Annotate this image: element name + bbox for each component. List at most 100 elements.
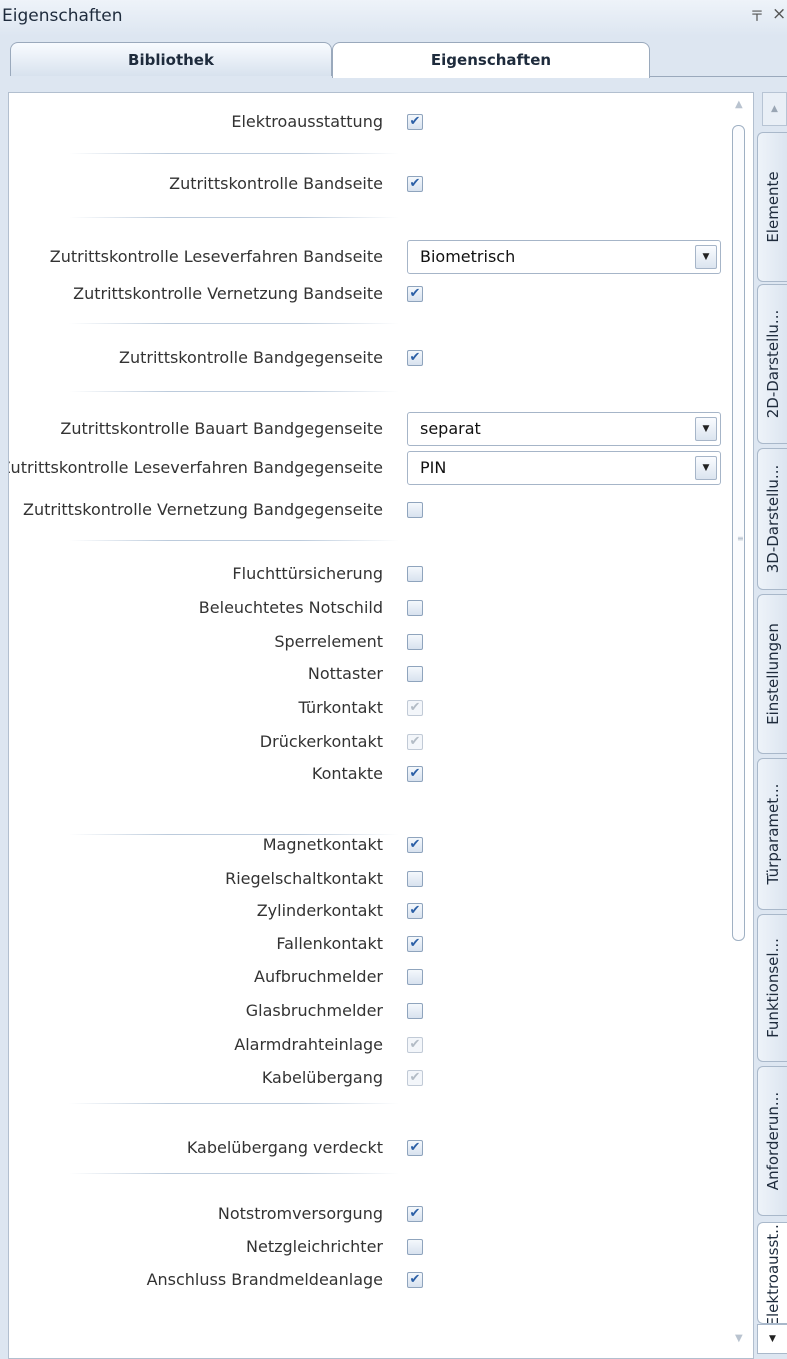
property-checkbox[interactable] — [407, 666, 423, 682]
property-checkbox[interactable]: ✔ — [407, 766, 423, 782]
pin-icon[interactable]: 〒 — [750, 6, 764, 26]
property-checkbox[interactable]: ✔ — [407, 114, 423, 130]
tabstrip-divider — [650, 76, 787, 77]
property-label: Fluchttürsicherung — [232, 564, 383, 583]
property-checkbox[interactable] — [407, 1239, 423, 1255]
property-row: Fluchttürsicherung — [9, 559, 729, 589]
panel-title: Eigenschaften — [2, 6, 123, 26]
property-label: Glasbruchmelder — [245, 1001, 383, 1020]
property-row: Fallenkontakt ✔ — [9, 929, 729, 959]
property-row: Zutrittskontrolle Leseverfahren Bandgege… — [9, 451, 729, 485]
close-icon[interactable]: × — [772, 4, 786, 24]
property-checkbox-disabled: ✔ — [407, 700, 423, 716]
side-tab[interactable]: Elektroausst... — [757, 1222, 787, 1324]
property-row: Drückerkontakt ✔ — [9, 727, 729, 757]
property-row: Zutrittskontrolle Vernetzung Bandseite ✔ — [9, 279, 729, 309]
property-checkbox[interactable]: ✔ — [407, 176, 423, 192]
property-label: Beleuchtetes Notschild — [198, 598, 383, 617]
checkmark-icon: ✔ — [409, 176, 421, 191]
side-tab-label: Einstellungen — [763, 623, 782, 725]
side-tab-label: 2D-Darstellu... — [763, 309, 782, 419]
property-dropdown[interactable]: Biometrisch ▼ — [407, 240, 721, 274]
property-row: Notstromversorgung ✔ — [9, 1199, 729, 1229]
property-checkbox[interactable]: ✔ — [407, 1140, 423, 1156]
checkmark-icon: ✔ — [409, 766, 421, 781]
side-tabs-scroll-down-icon[interactable]: ▼ — [757, 1324, 787, 1354]
property-checkbox[interactable]: ✔ — [407, 350, 423, 366]
checkmark-icon: ✔ — [409, 1272, 421, 1287]
property-checkbox[interactable] — [407, 1003, 423, 1019]
property-checkbox[interactable] — [407, 566, 423, 582]
property-label: Zutrittskontrolle Vernetzung Bandgegense… — [23, 500, 383, 519]
vertical-scrollbar[interactable]: ▲ ≡ ▼ — [729, 93, 753, 1358]
property-checkbox[interactable] — [407, 634, 423, 650]
property-checkbox[interactable]: ✔ — [407, 936, 423, 952]
checkmark-icon: ✔ — [409, 350, 421, 365]
grip-icon: ≡ — [737, 534, 744, 543]
checkmark-icon: ✔ — [409, 1140, 421, 1155]
property-checkbox[interactable] — [407, 871, 423, 887]
scrollbar-thumb[interactable]: ≡ — [732, 125, 745, 941]
property-checkbox-disabled: ✔ — [407, 1037, 423, 1053]
dropdown-arrow-icon[interactable]: ▼ — [695, 417, 717, 441]
property-label: Zutrittskontrolle Leseverfahren Bandgege… — [8, 458, 383, 477]
property-label: Kabelübergang verdeckt — [186, 1138, 383, 1157]
property-checkbox[interactable] — [407, 502, 423, 518]
property-label: Magnetkontakt — [262, 835, 383, 854]
tab-bibliothek[interactable]: Bibliothek — [10, 42, 332, 76]
property-row: Zutrittskontrolle Bandseite ✔ — [9, 169, 729, 199]
property-row: Zylinderkontakt ✔ — [9, 896, 729, 926]
property-label: Elektroausstattung — [231, 112, 383, 131]
side-tab[interactable]: Elemente — [757, 132, 787, 282]
side-tab[interactable]: Einstellungen — [757, 594, 787, 754]
scroll-down-arrow-icon[interactable]: ▼ — [735, 1333, 743, 1344]
group-separator — [69, 1103, 399, 1104]
group-separator — [69, 1173, 399, 1174]
property-row: Türkontakt ✔ — [9, 693, 729, 723]
side-tab-label: Elektroausst... — [763, 1222, 782, 1324]
property-checkbox[interactable]: ✔ — [407, 837, 423, 853]
property-label: Riegelschaltkontakt — [225, 869, 383, 888]
property-row: Nottaster — [9, 659, 729, 689]
group-separator — [69, 540, 399, 541]
property-checkbox[interactable]: ✔ — [407, 903, 423, 919]
side-tab-label: Funktionsel... — [763, 938, 782, 1038]
side-tabs-scroll-up-icon[interactable]: ▲ — [762, 92, 787, 126]
panel-titlebar: Eigenschaften 〒 × — [0, 0, 787, 36]
side-tab[interactable]: Türparamet... — [757, 758, 787, 910]
side-tab[interactable]: Funktionsel... — [757, 914, 787, 1062]
property-label: Zutrittskontrolle Bauart Bandgegenseite — [60, 419, 383, 438]
property-label: Kabelübergang — [261, 1068, 383, 1087]
property-row: Kabelübergang verdeckt ✔ — [9, 1133, 729, 1163]
property-checkbox[interactable]: ✔ — [407, 286, 423, 302]
dropdown-value: separat — [420, 419, 481, 438]
property-row: Magnetkontakt ✔ — [9, 830, 729, 860]
property-row: Kontakte ✔ — [9, 759, 729, 789]
checkmark-icon: ✔ — [409, 286, 421, 301]
side-tab-label: Elemente — [763, 171, 782, 243]
dropdown-arrow-icon[interactable]: ▼ — [695, 456, 717, 480]
property-row: Zutrittskontrolle Leseverfahren Bandseit… — [9, 240, 729, 274]
property-checkbox[interactable]: ✔ — [407, 1272, 423, 1288]
property-checkbox-disabled: ✔ — [407, 1070, 423, 1086]
tab-eigenschaften[interactable]: Eigenschaften — [332, 42, 650, 78]
property-checkbox[interactable] — [407, 600, 423, 616]
scroll-up-arrow-icon[interactable]: ▲ — [735, 99, 743, 110]
dropdown-value: Biometrisch — [420, 247, 516, 266]
dropdown-arrow-icon[interactable]: ▼ — [695, 245, 717, 269]
property-label: Zutrittskontrolle Bandgegenseite — [119, 348, 383, 367]
property-row: Zutrittskontrolle Bandgegenseite ✔ — [9, 343, 729, 373]
group-separator — [69, 391, 399, 392]
side-tab[interactable]: 2D-Darstellu... — [757, 284, 787, 444]
property-row: Glasbruchmelder — [9, 996, 729, 1026]
side-tab[interactable]: Anforderun... — [757, 1066, 787, 1216]
property-dropdown[interactable]: separat ▼ — [407, 412, 721, 446]
property-row: Sperrelement — [9, 627, 729, 657]
property-checkbox[interactable] — [407, 969, 423, 985]
property-dropdown[interactable]: PIN ▼ — [407, 451, 721, 485]
side-tab[interactable]: 3D-Darstellu... — [757, 448, 787, 590]
checkmark-icon: ✔ — [409, 903, 421, 918]
side-tab-label: Türparamet... — [763, 783, 782, 885]
property-checkbox[interactable]: ✔ — [407, 1206, 423, 1222]
property-label: Zutrittskontrolle Vernetzung Bandseite — [73, 284, 383, 303]
